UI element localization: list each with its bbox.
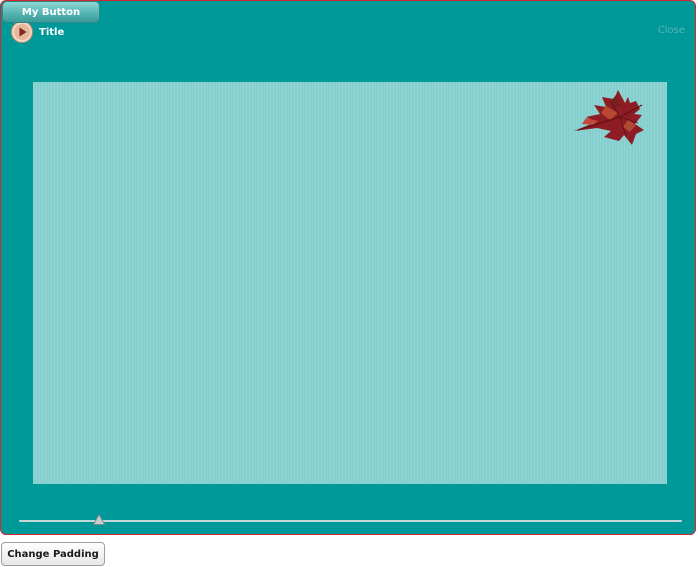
play-icon[interactable] (11, 21, 33, 43)
slider-track (19, 520, 682, 522)
window-title: Title (39, 26, 65, 38)
padding-slider[interactable] (19, 511, 682, 527)
change-padding-button[interactable]: Change Padding (1, 542, 105, 566)
title-bar: Title (11, 21, 64, 43)
maple-leaf-icon (574, 90, 644, 145)
close-button[interactable]: Close (658, 25, 685, 36)
slider-thumb[interactable] (92, 514, 105, 525)
my-button[interactable]: My Button (2, 1, 100, 23)
titled-window: Title Close (0, 0, 696, 535)
